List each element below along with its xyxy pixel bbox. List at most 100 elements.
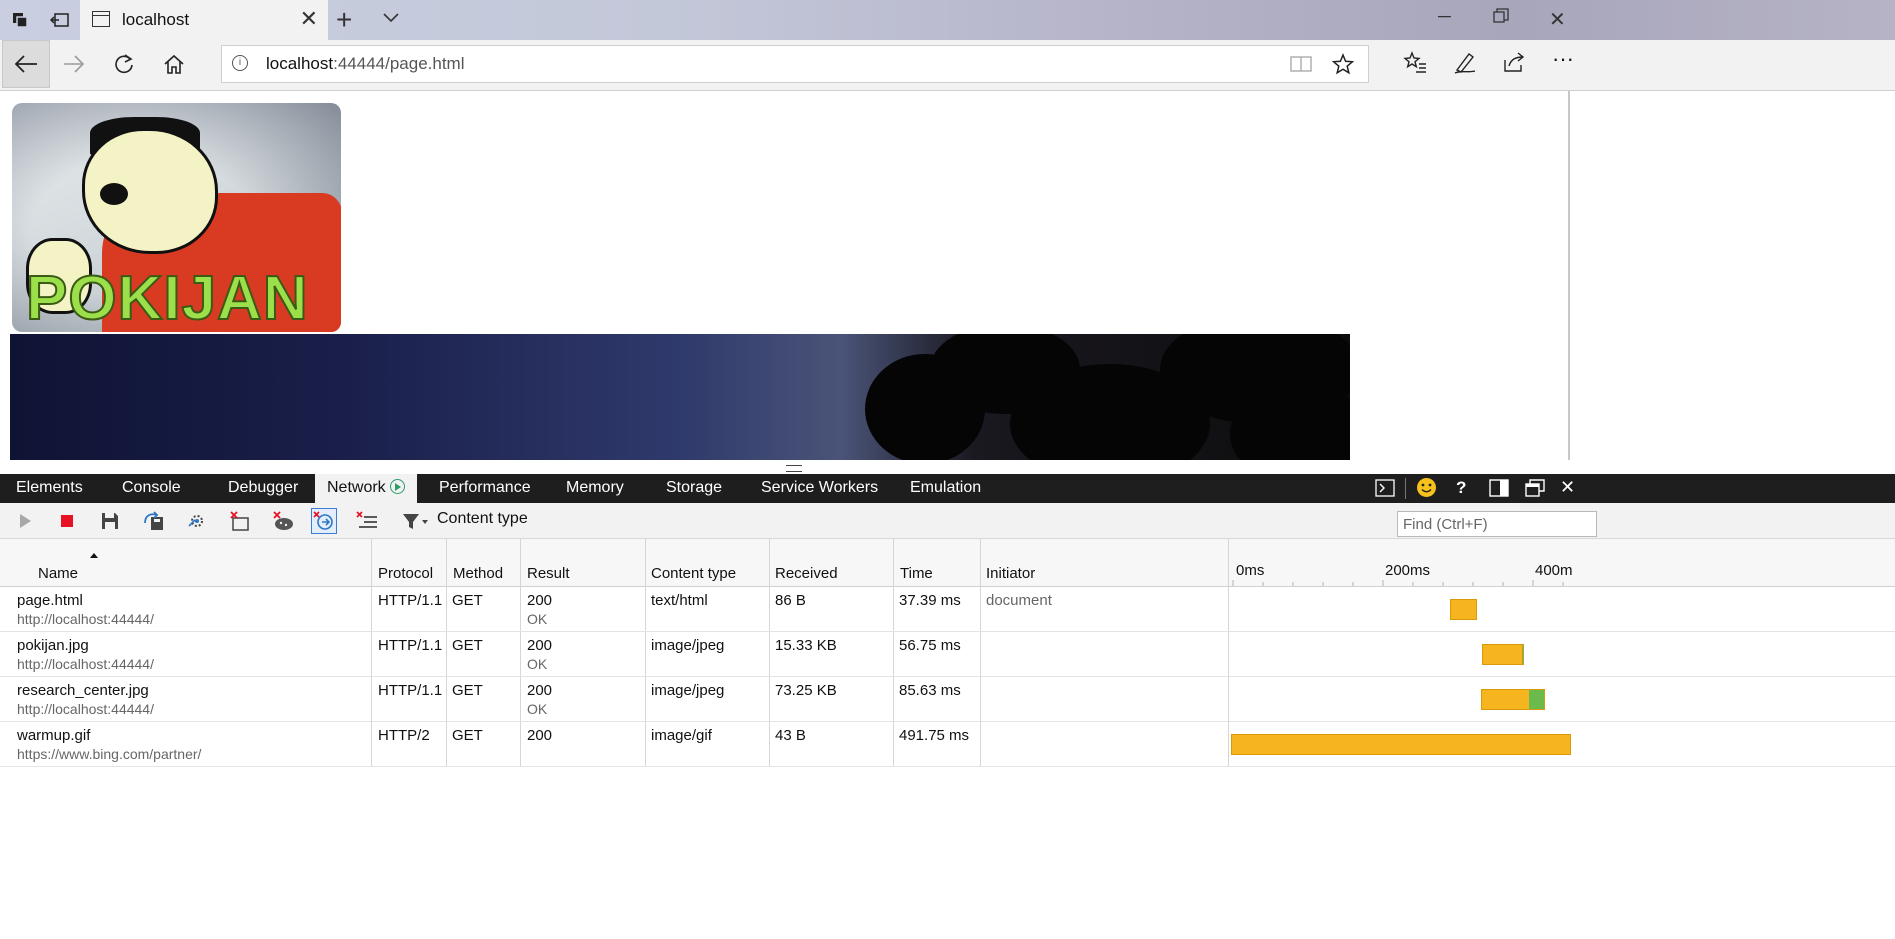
- request-domain: http://localhost:44444/: [17, 701, 154, 717]
- column-name[interactable]: Name: [38, 565, 78, 582]
- column-content-type[interactable]: Content type: [651, 565, 736, 582]
- share-icon[interactable]: [1502, 50, 1526, 79]
- request-content-type: image/jpeg: [651, 682, 725, 699]
- request-received: 86 B: [775, 592, 806, 609]
- more-menu-icon[interactable]: ···: [1552, 46, 1574, 72]
- new-tab-icon[interactable]: +: [336, 4, 352, 36]
- research-center-image: [10, 334, 1350, 460]
- restore-icon[interactable]: [1493, 8, 1509, 29]
- timing-bar[interactable]: [1231, 734, 1571, 755]
- request-domain: http://localhost:44444/: [17, 611, 154, 627]
- request-protocol: HTTP/1.1: [378, 637, 443, 654]
- tab-manager-icon[interactable]: [0, 0, 40, 40]
- close-devtools-icon[interactable]: ✕: [1560, 477, 1575, 498]
- request-content-type: image/gif: [651, 727, 712, 744]
- page-icon: [92, 11, 110, 27]
- request-time: 85.63 ms: [899, 682, 961, 699]
- close-tab-icon[interactable]: ✕: [300, 6, 318, 32]
- table-row[interactable]: warmup.gif https://www.bing.com/partner/…: [0, 722, 1895, 767]
- timing-bar[interactable]: [1482, 644, 1524, 665]
- forward-button[interactable]: [50, 40, 98, 88]
- request-time: 56.75 ms: [899, 637, 961, 654]
- tab-service-workers[interactable]: Service Workers: [761, 474, 878, 503]
- save-icon[interactable]: [97, 508, 123, 534]
- back-arrow-icon: [14, 55, 37, 73]
- minimize-icon[interactable]: ─: [1438, 6, 1451, 27]
- tab-console[interactable]: Console: [122, 474, 181, 503]
- import-icon[interactable]: [141, 508, 167, 534]
- table-row[interactable]: research_center.jpg http://localhost:444…: [0, 677, 1895, 722]
- column-received[interactable]: Received: [775, 565, 838, 582]
- page-viewport: POKIJAN: [0, 91, 1568, 460]
- tab-performance[interactable]: Performance: [439, 474, 531, 503]
- column-initiator[interactable]: Initiator: [986, 565, 1035, 582]
- toolbar-divider: [1405, 478, 1406, 499]
- clear-entries-icon[interactable]: [354, 508, 380, 534]
- console-toggle-icon[interactable]: [1375, 479, 1395, 502]
- home-button[interactable]: [150, 40, 198, 88]
- request-received: 15.33 KB: [775, 637, 837, 654]
- table-header: Name Protocol Method Result Content type…: [0, 539, 1895, 587]
- timing-bar[interactable]: [1450, 599, 1477, 620]
- table-row[interactable]: page.html http://localhost:44444/ HTTP/1…: [0, 587, 1895, 632]
- request-status-text: OK: [527, 656, 548, 672]
- drag-handle-icon[interactable]: [786, 465, 802, 472]
- column-method[interactable]: Method: [453, 565, 503, 582]
- find-input[interactable]: Find (Ctrl+F): [1397, 511, 1597, 537]
- pokijan-logo-image: POKIJAN: [12, 103, 341, 332]
- column-result[interactable]: Result: [527, 565, 570, 582]
- web-note-pen-icon[interactable]: [1453, 50, 1477, 79]
- page-scrollbar[interactable]: [1568, 91, 1895, 460]
- clear-on-navigate-icon[interactable]: [184, 508, 210, 534]
- request-received: 73.25 KB: [775, 682, 837, 699]
- set-aside-tabs-icon[interactable]: [40, 0, 80, 40]
- favorite-star-icon[interactable]: [1331, 53, 1355, 80]
- stop-recording-icon[interactable]: [54, 508, 80, 534]
- refresh-button[interactable]: [100, 40, 148, 88]
- play-icon[interactable]: [12, 508, 38, 534]
- chevron-down-icon[interactable]: [382, 8, 400, 31]
- request-time: 491.75 ms: [899, 727, 970, 744]
- site-info-icon[interactable]: i: [232, 55, 248, 71]
- column-protocol[interactable]: Protocol: [378, 565, 433, 582]
- back-button[interactable]: [2, 40, 50, 88]
- request-initiator[interactable]: document: [986, 592, 1052, 609]
- tab-network[interactable]: Network: [315, 474, 417, 503]
- tab-storage[interactable]: Storage: [666, 474, 722, 503]
- tab-memory[interactable]: Memory: [566, 474, 624, 503]
- timing-bar[interactable]: [1481, 689, 1545, 710]
- favorites-hub-icon[interactable]: [1403, 50, 1427, 79]
- always-refresh-icon[interactable]: [311, 508, 337, 534]
- dock-icon[interactable]: [1489, 479, 1509, 502]
- address-bar[interactable]: i localhost:44444/page.html: [221, 45, 1369, 83]
- clear-cookies-icon[interactable]: [270, 508, 296, 534]
- request-domain: http://localhost:44444/: [17, 656, 154, 672]
- tab-title: localhost: [122, 10, 190, 29]
- request-status: 200: [527, 592, 553, 609]
- request-protocol: HTTP/1.1: [378, 682, 443, 699]
- help-icon[interactable]: ?: [1456, 478, 1466, 498]
- close-window-icon[interactable]: ✕: [1549, 7, 1566, 32]
- timeline-ticks: [1232, 580, 1564, 586]
- request-received: 43 B: [775, 727, 806, 744]
- devtools-tab-bar: Elements Console Debugger Network Perfor…: [0, 474, 1895, 503]
- url-text: localhost:44444/page.html: [266, 54, 465, 73]
- refresh-icon: [115, 54, 133, 74]
- undock-icon[interactable]: [1525, 479, 1545, 502]
- clear-cache-icon[interactable]: [227, 508, 253, 534]
- devtools-splitter[interactable]: [0, 460, 1895, 474]
- tab-debugger[interactable]: Debugger: [228, 474, 298, 503]
- tab-emulation[interactable]: Emulation: [910, 474, 981, 503]
- table-row[interactable]: pokijan.jpg http://localhost:44444/ HTTP…: [0, 632, 1895, 677]
- filter-icon[interactable]: [400, 508, 430, 534]
- feedback-smiley-icon[interactable]: [1416, 477, 1437, 503]
- column-time[interactable]: Time: [900, 565, 933, 582]
- tab-elements[interactable]: Elements: [16, 474, 83, 503]
- reading-view-icon[interactable]: [1290, 55, 1312, 78]
- request-content-type: text/html: [651, 592, 708, 609]
- timeline-label-400: 400m: [1535, 562, 1573, 579]
- network-request-table: Name Protocol Method Result Content type…: [0, 539, 1895, 939]
- browser-tab[interactable]: localhost ✕: [80, 0, 328, 40]
- request-status: 200: [527, 727, 553, 744]
- filter-label[interactable]: Content type: [437, 510, 528, 528]
